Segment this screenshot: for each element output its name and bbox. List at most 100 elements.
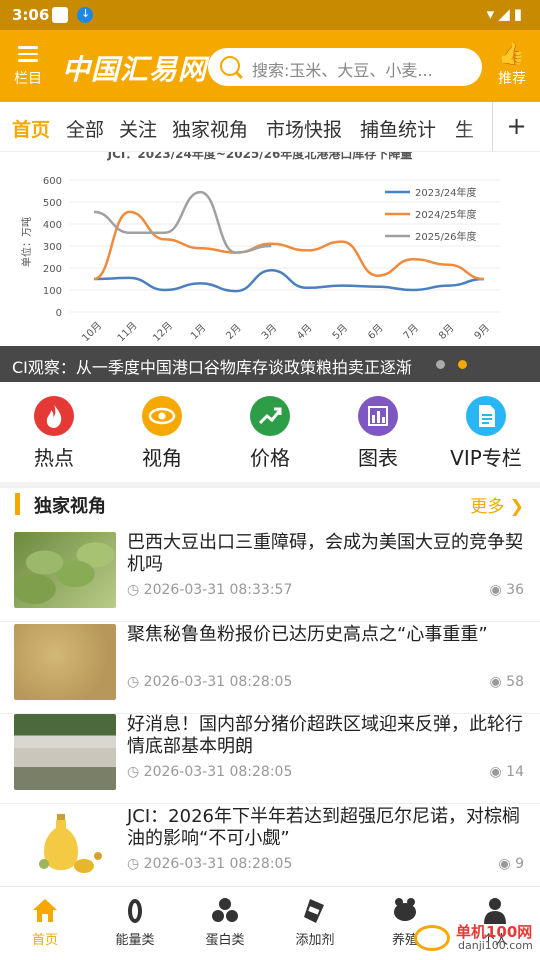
recommend-label: 推荐 (498, 71, 526, 87)
chart-xtick-label: 1月 (188, 322, 208, 342)
flame-icon (34, 396, 74, 436)
banner-caption-text: CI观察：从一季度中国港口谷物库存谈政策粮拍卖正逐渐 (12, 358, 412, 377)
clock-icon: ◷ (127, 582, 140, 598)
article-time: ◷ 2026-03-31 08:28:05 (127, 856, 293, 872)
quick-link-vip[interactable]: VIP专栏 (436, 396, 536, 471)
article-thumbnail-fishmeal (14, 624, 116, 700)
article-time: ◷ 2026-03-31 08:33:57 (127, 582, 293, 598)
app-notification-icon (52, 7, 68, 23)
chart-xtick-label: 12月 (151, 320, 176, 345)
quick-link-hot[interactable]: 热点 (4, 396, 104, 471)
quick-link-label: VIP专栏 (450, 446, 522, 470)
chart-xtick-label: 10月 (80, 320, 105, 345)
site-logo[interactable]: 中国汇易网 (62, 48, 207, 88)
app-header: 栏目 中国汇易网 搜索:玉米、大豆、小麦... 👍 推荐 (0, 30, 540, 102)
chart-xtick-label: 5月 (330, 322, 350, 342)
chart-legend-label: 2025/26年度 (415, 230, 477, 243)
additive-icon (300, 895, 330, 925)
article-thumbnail-oil (14, 806, 116, 882)
nav-home[interactable]: 首页 (0, 895, 90, 948)
more-label: 更多 (470, 497, 505, 517)
banner-chart: JCI：2023/24年度~2025/26年度北港港口库存下降量 单位：万吨 0… (20, 152, 500, 345)
nav-additive[interactable]: 添加剂 (270, 895, 360, 948)
eye-icon (142, 396, 182, 436)
search-input[interactable]: 搜索:玉米、大豆、小麦... (208, 48, 482, 86)
article-item[interactable]: JCI：2026年下半年若达到超强厄尔尼诺，对棕榈油的影响“不可小觑” ◷ 20… (0, 806, 540, 886)
quick-links: 热点 视角 价格 图表 VIP专栏 (0, 382, 540, 482)
chart-ytick-label: 100 (43, 286, 62, 297)
tab-home[interactable]: 首页 (12, 115, 50, 142)
article-views: ◉ 36 (489, 582, 525, 598)
chart-ylabel: 单位：万吨 (20, 217, 33, 267)
article-title: JCI：2026年下半年若达到超强厄尔尼诺，对棕榈油的影响“不可小觑” (127, 806, 520, 849)
menu-button[interactable]: 栏目 (8, 42, 48, 92)
chart-xtick-label: 7月 (401, 322, 421, 342)
system-status-icons: ▾◢▮ (486, 5, 526, 23)
status-bar: 3:06 ▾◢▮ (0, 0, 540, 30)
banner-caption[interactable]: CI观察：从一季度中国港口谷物库存谈政策粮拍卖正逐渐 (0, 346, 540, 382)
clock-icon: ◷ (127, 856, 140, 872)
article-time: ◷ 2026-03-31 08:28:05 (127, 674, 293, 690)
chart-series-line (93, 210, 485, 281)
clock-icon: ◷ (127, 764, 140, 780)
article-item[interactable]: 巴西大豆出口三重障碍，会成为美国大豆的竞争契机吗 ◷ 2026-03-31 08… (0, 532, 540, 622)
nav-label: 添加剂 (295, 933, 335, 948)
article-item[interactable]: 聚焦秘鲁鱼粉报价已达历史高点之“心事重重” ◷ 2026-03-31 08:28… (0, 624, 540, 714)
recommend-button[interactable]: 👍 推荐 (492, 42, 532, 88)
bar-chart-icon (358, 396, 398, 436)
site-watermark: 单机100网 danji100.com (414, 897, 534, 955)
add-tab-button[interactable]: + (492, 102, 540, 151)
quick-link-label: 视角 (142, 446, 182, 470)
article-views: ◉ 14 (489, 764, 525, 780)
chart-legend-label: 2023/24年度 (415, 186, 477, 199)
quick-link-charts[interactable]: 图表 (328, 396, 428, 471)
article-thumbnail-pigs (14, 714, 116, 790)
trend-up-icon (250, 396, 290, 436)
nav-label: 蛋白类 (205, 933, 245, 948)
chart-xtick-label: 2月 (224, 322, 244, 342)
chart-xtick-label: 9月 (472, 322, 492, 342)
quick-link-price[interactable]: 价格 (220, 396, 320, 471)
more-link[interactable]: 更多 ❯ (470, 492, 524, 517)
watermark-logo (414, 925, 450, 951)
search-icon (220, 56, 240, 76)
nav-energy[interactable]: 能量类 (90, 895, 180, 948)
status-time: 3:06 (12, 6, 50, 24)
nav-protein[interactable]: 蛋白类 (180, 895, 270, 948)
watermark-url: danji100.com (458, 939, 533, 952)
article-title: 好消息！国内部分猪价超跌区域迎来反弹，此轮行情底部基本明朗 (127, 714, 523, 757)
tab-exclusive-view[interactable]: 独家视角 (172, 115, 248, 142)
menu-icon (18, 46, 38, 62)
chart-ytick-label: 500 (43, 198, 62, 209)
chart-xtick-label: 3月 (259, 322, 279, 342)
chart-ytick-label: 200 (43, 264, 62, 275)
quick-link-view[interactable]: 视角 (112, 396, 212, 471)
download-notification-icon (77, 7, 93, 23)
category-tabs: 首页 全部 关注 独家视角 市场快报 捕鱼统计 生 + (0, 102, 540, 152)
article-title: 聚焦秘鲁鱼粉报价已达历史高点之“心事重重” (127, 624, 488, 645)
nav-label: 能量类 (115, 933, 155, 948)
eye-small-icon: ◉ (489, 582, 502, 598)
beans-icon (210, 895, 240, 925)
document-icon (466, 396, 506, 436)
tab-all[interactable]: 全部 (66, 115, 104, 142)
chart-xtick-label: 8月 (436, 322, 456, 342)
chart-xtick-label: 4月 (295, 322, 315, 342)
article-item[interactable]: 好消息！国内部分猪价超跌区域迎来反弹，此轮行情底部基本明朗 ◷ 2026-03-… (0, 714, 540, 804)
eye-small-icon: ◉ (498, 856, 511, 872)
article-thumbnail-soybeans (14, 532, 116, 608)
article-title: 巴西大豆出口三重障碍，会成为美国大豆的竞争契机吗 (127, 532, 523, 575)
carousel-dot[interactable] (436, 360, 445, 369)
chart-series-line (93, 268, 485, 293)
chart-title: JCI：2023/24年度~2025/26年度北港港口库存下降量 (107, 152, 413, 161)
chart-xtick-label: 6月 (365, 322, 385, 342)
nav-label: 首页 (31, 933, 58, 948)
carousel-dot-active[interactable] (458, 360, 467, 369)
home-icon (30, 895, 60, 925)
article-time: ◷ 2026-03-31 08:28:05 (127, 764, 293, 780)
grain-icon (120, 895, 150, 925)
tab-fishing-stats[interactable]: 捕鱼统计 (360, 115, 436, 142)
tab-market-news[interactable]: 市场快报 (266, 115, 342, 142)
tab-follow[interactable]: 关注 (119, 115, 157, 142)
search-placeholder: 搜索:玉米、大豆、小麦... (252, 61, 433, 80)
